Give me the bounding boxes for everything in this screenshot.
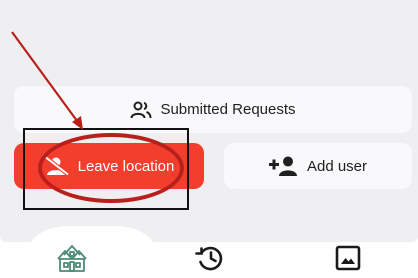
- nav-item-home[interactable]: [52, 244, 92, 276]
- users-icon: [130, 101, 152, 119]
- active-tab-notch: [28, 226, 156, 252]
- nav-item-gallery[interactable]: [328, 244, 368, 276]
- submitted-requests-button[interactable]: Submitted Requests: [14, 86, 412, 133]
- add-user-button[interactable]: Add user: [224, 143, 412, 189]
- add-user-label: Add user: [306, 157, 368, 175]
- nav-item-history[interactable]: [190, 244, 230, 276]
- leave-location-label: Leave location: [77, 157, 175, 175]
- submitted-requests-label: Submitted Requests: [160, 101, 296, 118]
- user-slash-icon: [44, 156, 70, 176]
- history-icon: [195, 244, 225, 277]
- user-plus-icon: [268, 156, 299, 176]
- leave-location-button[interactable]: Leave location: [14, 143, 204, 189]
- houses-icon: [55, 243, 89, 278]
- image-icon: [335, 245, 361, 276]
